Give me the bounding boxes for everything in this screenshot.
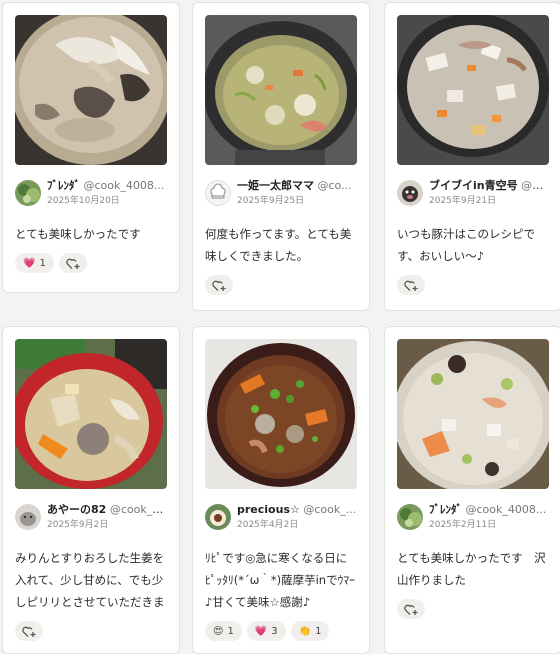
reaction-count: 3 [271,625,278,637]
comment-text: いつも豚汁はこのレシピです、おいしい〜♪ [397,227,535,263]
heart-plus-icon [212,280,226,291]
heart-plus-icon [66,258,80,269]
plant-avatar-icon[interactable] [397,504,423,530]
cooksnap-card[interactable]: ﾌﾞﾚﾝﾀﾞ @cook_4008... 2025年2月11日 とても美味しかっ… [384,326,560,654]
cooksnap-card[interactable]: あやーの82 @cook_40... 2025年9月2日 みりんとすりおろした生… [2,326,180,654]
cooksnap-grid: ﾌﾞﾚﾝﾀﾞ @cook_4008... 2025年10月20日 とても美味しか… [0,0,560,654]
red-bowl-soup-photo[interactable] [15,339,167,489]
comment-text: とても美味しかったです [15,227,141,241]
author-name[interactable]: precious☆ [237,503,300,516]
author-handle: @co... [521,179,549,192]
comment-text: 何度も作ってます。とても美味しくできました。 [205,227,352,263]
cooksnap-card[interactable]: ブイブイin青空号 @co... 2025年9月21日 いつも豚汁はこのレシピで… [384,2,560,311]
cooksnap-card[interactable]: ﾌﾞﾚﾝﾀﾞ @cook_4008... 2025年10月20日 とても美味しか… [2,2,180,293]
add-reaction-button[interactable] [397,275,425,295]
author-name[interactable]: ﾌﾞﾚﾝﾀﾞ [47,179,80,192]
post-date: 2025年9月21日 [429,196,497,206]
plant-avatar-icon[interactable] [15,180,41,206]
reactions: 😍 1 💗 3 👏 1 [205,621,357,641]
pork-veg-pot-photo[interactable] [397,15,549,165]
reactions: 💗 1 [15,253,167,273]
reaction-count: 1 [315,625,322,637]
reactions [205,275,357,295]
reaction-count: 1 [39,257,46,269]
add-reaction-button[interactable] [397,599,425,619]
author-name[interactable]: 一姫一太郎ママ [237,179,314,192]
pork-soup-pot-photo[interactable] [205,15,357,165]
comment-text: みりんとすりおろした生姜を入れて、少し甘めに、でも少しピリリとさせていただきまし… [15,551,165,609]
add-reaction-button[interactable] [15,621,43,641]
comment-text: とても美味しかったです 沢山作りました [397,551,546,587]
miso-soup-photo[interactable] [15,15,167,165]
post-date: 2025年4月2日 [237,520,299,530]
author-handle: @cook_4008... [83,179,165,192]
smile-icon: 😍 [213,625,224,637]
dark-bowl-soup-photo[interactable] [205,339,357,489]
pet-avatar-icon[interactable] [15,504,41,530]
comment-text: ﾘﾋﾟです◎急に寒くなる日にﾋﾟｯﾀﾘ(*´ω｀*)薩摩芋inでｳﾏｰ♪甘くて美… [205,551,355,609]
post-date: 2025年10月20日 [47,196,120,206]
author-name[interactable]: ﾌﾞﾚﾝﾀﾞ [429,503,462,516]
heart-plus-icon [404,604,418,615]
reaction-clap[interactable]: 👏 1 [290,621,330,641]
heart-plus-icon [404,280,418,291]
cooksnap-card[interactable]: 一姫一太郎ママ @co... 2025年9月25日 何度も作ってます。とても美味… [192,2,370,311]
author-handle: @cook_... [303,503,357,516]
reactions [397,599,549,619]
author-info: ブイブイin青空号 @co... 2025年9月21日 [397,179,549,213]
author-info: 一姫一太郎ママ @co... 2025年9月25日 [205,179,357,213]
reactions [15,621,167,641]
reactions [397,275,549,295]
author-info: ﾌﾞﾚﾝﾀﾞ @cook_4008... 2025年10月20日 [15,179,167,213]
reaction-heart[interactable]: 💗 1 [15,253,54,273]
add-reaction-button[interactable] [205,275,233,295]
author-info: あやーの82 @cook_40... 2025年9月2日 [15,503,167,537]
author-info: precious☆ @cook_... 2025年4月2日 [205,503,357,537]
heart-icon: 💗 [254,625,268,637]
clap-icon: 👏 [298,625,312,637]
author-name[interactable]: ブイブイin青空号 [429,179,518,192]
reaction-smile[interactable]: 😍 1 [205,621,242,641]
reaction-count: 1 [227,625,234,637]
author-handle: @co... [317,179,352,192]
author-name[interactable]: あやーの82 [47,503,106,516]
reaction-heart[interactable]: 💗 3 [246,621,286,641]
cooksnap-card[interactable]: precious☆ @cook_... 2025年4月2日 ﾘﾋﾟです◎急に寒く… [192,326,370,654]
heart-plus-icon [22,626,36,637]
add-reaction-button[interactable] [58,253,87,273]
post-date: 2025年9月2日 [47,520,109,530]
chef-hat-avatar-icon[interactable] [205,180,231,206]
post-date: 2025年2月11日 [429,520,497,530]
post-date: 2025年9月25日 [237,196,305,206]
dog-avatar-icon[interactable] [397,180,423,206]
author-info: ﾌﾞﾚﾝﾀﾞ @cook_4008... 2025年2月11日 [397,503,549,537]
author-handle: @cook_40... [109,503,167,516]
author-handle: @cook_4008... [465,503,547,516]
light-soup-photo[interactable] [397,339,549,489]
heart-icon: 💗 [23,257,36,269]
food-avatar-icon[interactable] [205,504,231,530]
